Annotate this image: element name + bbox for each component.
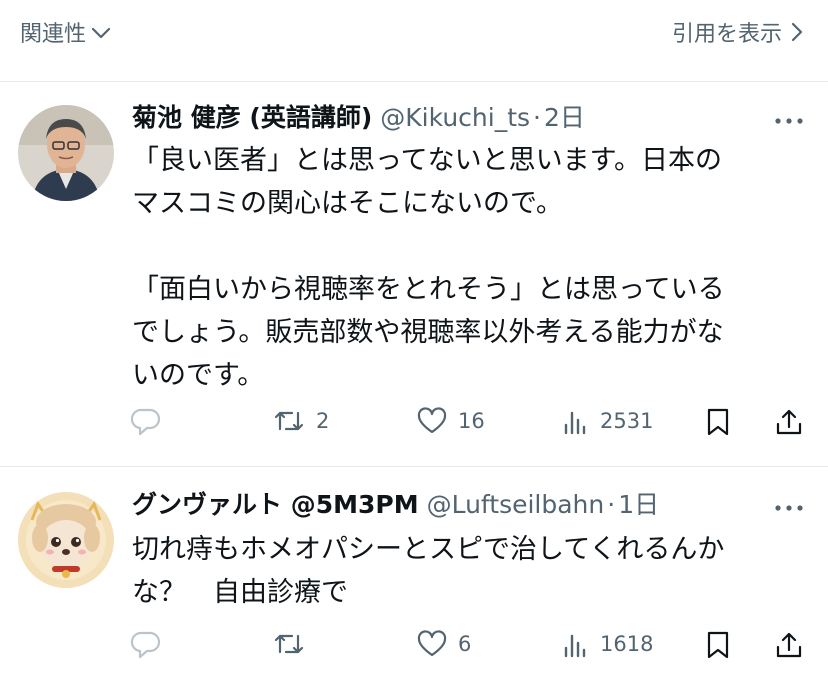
bookmark-icon: [704, 407, 732, 437]
share-icon: [774, 630, 804, 660]
view-quotes-link[interactable]: 引用を表示: [672, 16, 806, 48]
reply-icon: [130, 407, 162, 437]
like-button[interactable]: 16: [416, 407, 485, 435]
reply-button[interactable]: [130, 630, 172, 660]
chevron-down-icon: [90, 21, 112, 43]
like-button[interactable]: 6: [416, 630, 471, 658]
more-icon[interactable]: [772, 111, 806, 131]
tweet-header: グンヴァルト @5M3PM @Luftseilbahn · 1日: [132, 490, 659, 520]
timestamp[interactable]: 1日: [618, 490, 659, 520]
display-name[interactable]: 菊池 健彦 (英語講師): [132, 103, 372, 133]
tweet-text: 「良い医者」とは思ってないと思います。日本の マスコミの関心はそこにないので。 …: [132, 145, 725, 391]
tweet-actions: 6 1618: [130, 626, 810, 666]
view-count: 1618: [600, 632, 654, 656]
tweet-text: 切れ痔もホメオパシーとスピで治してくれるんか な？ 自由診療で: [132, 534, 725, 608]
tweet-actions: 2 16 2531: [130, 403, 810, 443]
avatar[interactable]: [18, 105, 114, 201]
timestamp[interactable]: 2日: [544, 103, 585, 133]
separator-dot: ·: [533, 103, 541, 132]
heart-icon: [416, 630, 448, 658]
share-button[interactable]: [774, 630, 804, 660]
separator-dot: ·: [607, 490, 616, 519]
reply-icon: [130, 630, 162, 660]
reply-tweet[interactable]: グンヴァルト @5M3PM @Luftseilbahn · 1日 切れ痔もホメオ…: [0, 468, 828, 680]
bookmark-button[interactable]: [704, 407, 732, 437]
bookmark-button[interactable]: [704, 630, 732, 660]
bookmark-icon: [704, 630, 732, 660]
retweet-icon: [272, 407, 306, 435]
share-button[interactable]: [774, 407, 804, 437]
retweet-button[interactable]: 2: [272, 407, 329, 435]
tweet-header: 菊池 健彦 (英語講師) @Kikuchi_ts · 2日: [132, 103, 585, 133]
views-button[interactable]: 2531: [562, 407, 653, 435]
sort-dropdown[interactable]: 関連性: [20, 16, 112, 48]
conversation-header: 関連性 引用を表示: [0, 0, 828, 82]
sort-label: 関連性: [20, 22, 87, 47]
user-handle[interactable]: @Luftseilbahn: [427, 490, 605, 520]
view-count: 2531: [600, 409, 654, 433]
share-icon: [774, 407, 804, 437]
more-icon[interactable]: [772, 498, 806, 518]
like-count: 16: [458, 409, 485, 433]
retweet-count: 2: [316, 409, 330, 433]
chevron-right-icon: [788, 20, 806, 44]
retweet-icon: [272, 630, 306, 658]
avatar[interactable]: [18, 492, 114, 588]
view-quotes-label: 引用を表示: [671, 22, 782, 47]
retweet-button[interactable]: [272, 630, 316, 658]
views-icon: [562, 630, 590, 658]
reply-button[interactable]: [130, 407, 172, 437]
like-count: 6: [458, 632, 472, 656]
views-icon: [562, 407, 590, 435]
reply-tweet[interactable]: 菊池 健彦 (英語講師) @Kikuchi_ts · 2日 「良い医者」とは思っ…: [0, 83, 828, 467]
user-handle[interactable]: @Kikuchi_ts: [380, 103, 530, 133]
views-button[interactable]: 1618: [562, 630, 653, 658]
display-name[interactable]: グンヴァルト @5M3PM: [132, 490, 419, 520]
heart-icon: [416, 407, 448, 435]
